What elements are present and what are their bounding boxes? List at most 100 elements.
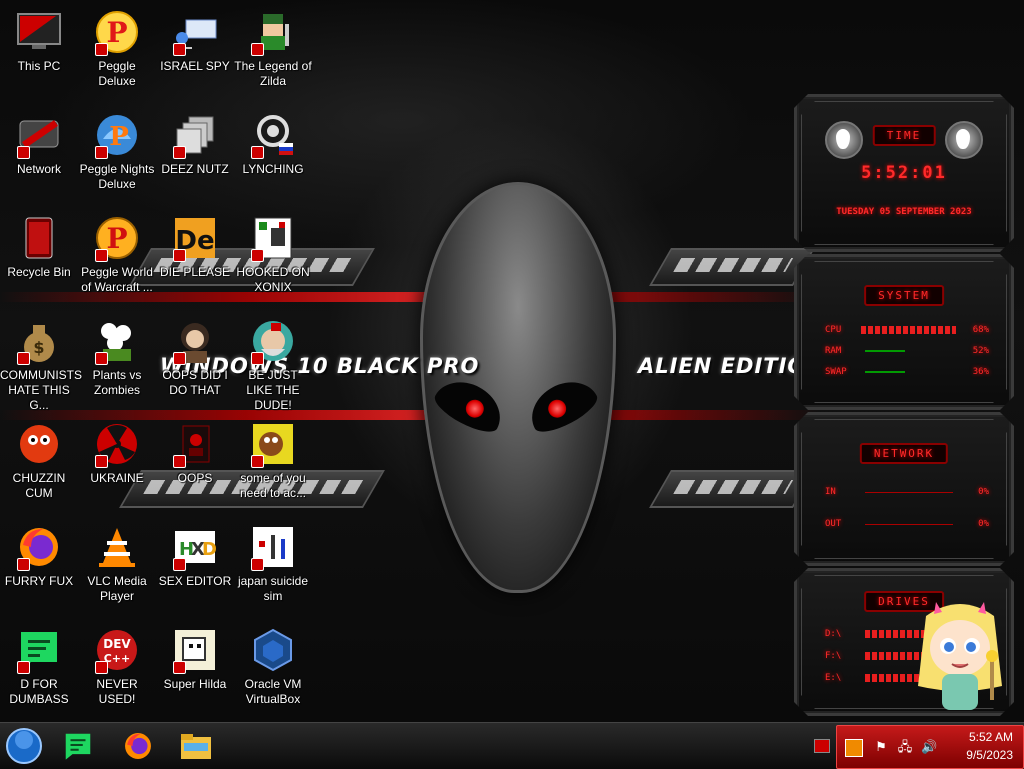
- chat-app-icon: [15, 626, 63, 674]
- cpu-value: 68%: [972, 325, 989, 335]
- ram-label: RAM: [825, 346, 842, 356]
- dev-cpp-icon: DEV C++: [93, 626, 141, 674]
- svg-text:P: P: [106, 222, 127, 255]
- cartoon-dog-icon: [249, 420, 297, 468]
- desktop-icon-israel-spy[interactable]: ISRAEL SPY: [156, 8, 234, 74]
- swap-value: 36%: [972, 367, 989, 377]
- time-gadget-title: TIME: [873, 125, 936, 146]
- swap-bar: [865, 368, 953, 376]
- icon-label: LYNCHING: [242, 162, 304, 176]
- desktop-icon-some-of-you[interactable]: some of you need to ac...: [234, 420, 312, 501]
- svg-text:D: D: [202, 539, 217, 560]
- windows-stack-icon: [171, 111, 219, 159]
- desktop-icon-deez-nutz[interactable]: DEEZ NUTZ: [156, 111, 234, 177]
- network-out-row: OUT 0%: [825, 519, 989, 529]
- desktop-icon-lynching[interactable]: LYNCHING: [234, 111, 312, 177]
- svg-text:$: $: [33, 338, 44, 357]
- system-gadget[interactable]: SYSTEM CPU 68% RAM 52% SWAP 36%: [794, 254, 1014, 410]
- svg-text:DEV: DEV: [103, 637, 131, 651]
- peggle-icon: P: [93, 8, 141, 56]
- drive-f-label: F:\: [825, 651, 842, 661]
- network-out-label: OUT: [825, 519, 842, 529]
- chat-app-icon: [65, 733, 91, 760]
- desktop-icon-japan-suicide-sim[interactable]: japan suicide sim: [234, 523, 312, 604]
- desktop-icon-plants-vs-zombies[interactable]: Plants vs Zombies: [78, 317, 156, 398]
- drive-d-label: D:\: [825, 629, 842, 639]
- desktop-icon-die-please[interactable]: De DIE PLEASE: [156, 214, 234, 280]
- de-icon: De: [171, 214, 219, 262]
- cpu-bar: [861, 326, 956, 334]
- icon-label: Peggle Deluxe: [98, 59, 136, 88]
- hxd-icon: HXD: [171, 523, 219, 571]
- network-gadget-title: NETWORK: [860, 443, 948, 464]
- taskbar-clock-time[interactable]: 5:52 AM: [969, 730, 1013, 744]
- desktop-icon-network[interactable]: Network: [0, 111, 78, 177]
- alien-logo-icon: [945, 121, 983, 159]
- cpu-label: CPU: [825, 325, 842, 335]
- alien-logo-icon: [825, 121, 863, 159]
- network-status-icon[interactable]: 🖧: [897, 739, 913, 755]
- show-hidden-icons-button[interactable]: [814, 739, 830, 753]
- desktop-icon-chuzzin-cum[interactable]: CHUZZIN CUM: [0, 420, 78, 501]
- network-gadget[interactable]: NETWORK IN 0% OUT 0%: [794, 412, 1014, 566]
- peggle-nights-icon: P: [93, 111, 141, 159]
- desktop-icon-this-pc[interactable]: This PC: [0, 8, 78, 74]
- ram-value: 52%: [972, 346, 989, 356]
- ram-bar: [865, 347, 953, 355]
- start-orb-icon: [6, 728, 42, 764]
- pixel-dog-icon: [171, 626, 219, 674]
- icon-label: DIE PLEASE: [159, 265, 231, 279]
- flag-icon[interactable]: ⚑: [873, 739, 889, 755]
- desktop-icon-d-for-dumbass[interactable]: D FOR DUMBASS: [0, 626, 78, 707]
- volume-icon[interactable]: 🔊: [921, 739, 937, 755]
- taskbar-clock-date[interactable]: 9/5/2023: [966, 748, 1013, 762]
- network-in-value: 0%: [978, 487, 989, 497]
- desktop-icon-furry-fux[interactable]: FURRY FUX: [0, 523, 78, 589]
- desktop-icon-legend-of-zilda[interactable]: The Legend of Zilda: [234, 8, 312, 89]
- time-gadget[interactable]: TIME 5:52:01 TUESDAY 05 SEPTEMBER 2023: [794, 94, 1014, 252]
- app-tray-icon[interactable]: [845, 739, 863, 757]
- icon-label: The Legend of Zilda: [234, 59, 312, 88]
- drive-e-label: E:\: [825, 673, 842, 683]
- icon-label: HOOKED ON XONIX: [236, 265, 310, 294]
- firefox-icon: [125, 733, 151, 759]
- desktop-icon-peggle-nights[interactable]: P Peggle Nights Deluxe: [78, 111, 156, 192]
- taskbar-firefox[interactable]: [118, 726, 158, 766]
- icon-label: CHUZZIN CUM: [12, 471, 66, 500]
- desktop-icon-never-used[interactable]: DEV C++ NEVER USED!: [78, 626, 156, 707]
- svg-text:P: P: [106, 16, 127, 49]
- desktop-icon-ukraine[interactable]: UKRAINE: [78, 420, 156, 486]
- wallpaper-panel: [649, 248, 815, 286]
- desktop-icon-hooked-on-xonix[interactable]: HOOKED ON XONIX: [234, 214, 312, 295]
- start-button[interactable]: [4, 726, 44, 766]
- desktop-icon-oops[interactable]: OOPS: [156, 420, 234, 486]
- icon-label: VLC Media Player: [87, 574, 147, 603]
- icon-label: OOPS: [177, 471, 213, 485]
- icon-label: Recycle Bin: [7, 265, 71, 279]
- taskbar-file-explorer[interactable]: [176, 726, 216, 766]
- wallpaper-red-band: [0, 410, 820, 420]
- vlc-cone-icon: [93, 523, 141, 571]
- desktop-icon-peggle-deluxe[interactable]: P Peggle Deluxe: [78, 8, 156, 89]
- desktop-icon-recycle-bin[interactable]: Recycle Bin: [0, 214, 78, 280]
- plant-icon: [93, 317, 141, 365]
- folder-icon: [181, 734, 211, 759]
- icon-label: Peggle World of Warcraft ...: [81, 265, 153, 294]
- desktop-icon-peggle-wow[interactable]: P Peggle World of Warcraft ...: [78, 214, 156, 295]
- xonix-icon: [249, 214, 297, 262]
- gadget-date: TUESDAY 05 SEPTEMBER 2023: [836, 207, 972, 217]
- desktop-icon-super-hilda[interactable]: Super Hilda: [156, 626, 234, 692]
- ram-row: RAM 52%: [825, 346, 989, 356]
- taskbar-chat-app[interactable]: [58, 726, 98, 766]
- desktop-icon-oops-did-do-that[interactable]: OOPS DID I DO THAT: [156, 317, 234, 398]
- desktop[interactable]: WINDOWS 10 BLACK PRO ALIEN EDITION 20 Th…: [0, 0, 1024, 722]
- desktop-icon-be-just-like-dude[interactable]: BE JUST LIKE THE DUDE!: [234, 317, 312, 413]
- desktop-icon-oracle-vm[interactable]: Oracle VM VirtualBox: [234, 626, 312, 707]
- money-bag-icon: $: [15, 317, 63, 365]
- desktop-icon-vlc[interactable]: VLC Media Player: [78, 523, 156, 604]
- desktop-icon-communists[interactable]: $ COMMUNISTS HATE THIS G...: [0, 317, 82, 413]
- icon-label: BE JUST LIKE THE DUDE!: [246, 368, 300, 412]
- japan-sim-icon: [249, 523, 297, 571]
- icon-label: COMMUNISTS HATE THIS G...: [0, 368, 82, 412]
- desktop-icon-sex-editor[interactable]: HXD SEX EDITOR: [156, 523, 234, 589]
